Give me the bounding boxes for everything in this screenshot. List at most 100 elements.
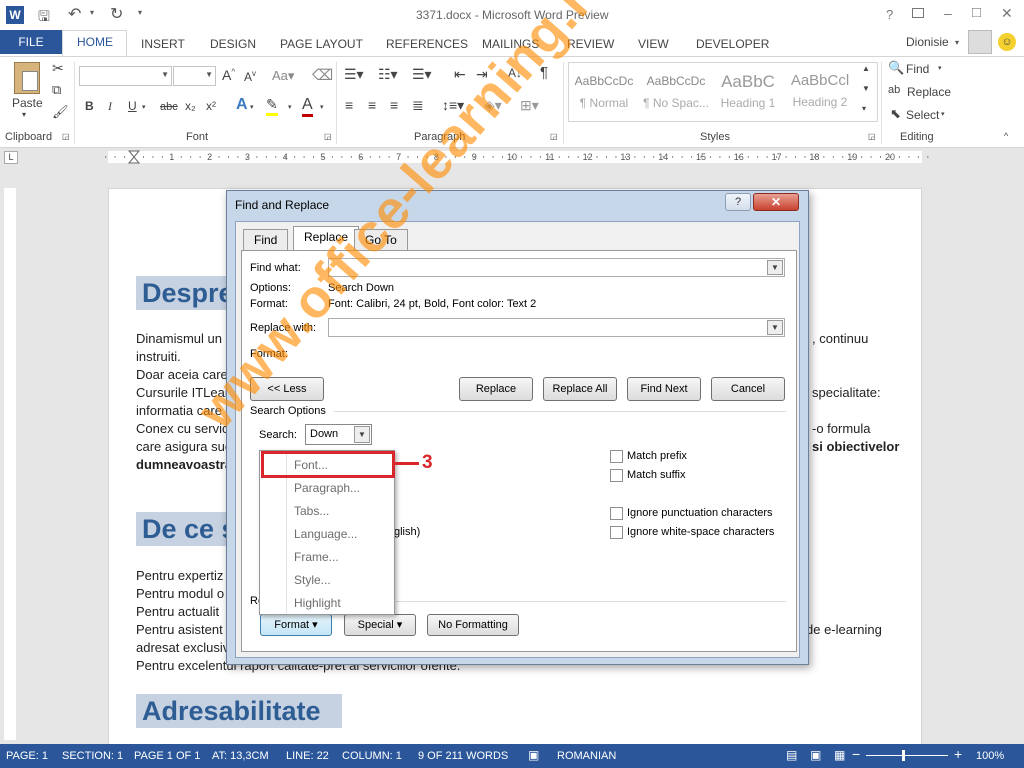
zoom-slider-thumb[interactable] — [902, 750, 905, 761]
doc-line[interactable]: adresat exclusiv — [136, 640, 229, 655]
doc-line-right[interactable]: specialitate: — [812, 385, 881, 400]
menu-item-style[interactable]: Style... — [294, 573, 331, 587]
styles-more-icon[interactable]: ▾ — [862, 104, 866, 113]
match-prefix-label[interactable]: Match prefix — [627, 450, 687, 462]
select-button[interactable]: Select — [906, 108, 939, 122]
close-button[interactable]: ✕ — [1001, 5, 1013, 22]
replace-button[interactable]: Replace — [907, 85, 951, 99]
ignore-punctuation-checkbox[interactable] — [610, 507, 623, 520]
text-effects-dropdown-icon[interactable]: ▾ — [250, 103, 254, 111]
doc-line[interactable]: Dinamismul un — [136, 331, 222, 346]
style-no-spacing[interactable]: AaBbCcDc ¶ No Spac... — [642, 66, 710, 118]
status-section[interactable]: SECTION: 1 — [62, 750, 123, 762]
undo-icon[interactable]: ↶ — [68, 4, 81, 24]
read-mode-icon[interactable]: ▤ — [786, 748, 797, 762]
heading-despre[interactable]: Despre — [136, 276, 240, 310]
redo-icon[interactable]: ↻ — [110, 4, 123, 24]
menu-item-highlight[interactable]: Highlight — [294, 596, 341, 610]
no-formatting-button[interactable]: No Formatting — [427, 614, 519, 636]
ignore-whitespace-checkbox[interactable] — [610, 526, 623, 539]
zoom-in-icon[interactable]: + — [954, 746, 962, 762]
menu-item-tabs[interactable]: Tabs... — [294, 504, 329, 518]
highlight-dropdown-icon[interactable]: ▾ — [288, 103, 292, 111]
menu-item-paragraph[interactable]: Paragraph... — [294, 481, 360, 495]
undo-dropdown-icon[interactable]: ▾ — [90, 8, 94, 17]
web-layout-icon[interactable]: ▦ — [834, 748, 845, 762]
numbering-icon[interactable]: ☷▾ — [378, 66, 398, 83]
doc-line-right[interactable]: si obiectivelor — [812, 439, 899, 454]
ignore-punctuation-label[interactable]: Ignore punctuation characters — [627, 507, 773, 519]
tab-file[interactable]: FILE — [0, 30, 62, 54]
status-word-count[interactable]: 9 OF 211 WORDS — [418, 750, 508, 762]
font-size-combo[interactable]: ▼ — [173, 66, 216, 86]
tab-page-layout[interactable]: PAGE LAYOUT — [280, 34, 363, 56]
status-language[interactable]: ROMANIAN — [557, 750, 616, 762]
format-painter-icon[interactable]: 🖌 — [52, 104, 69, 120]
doc-line[interactable]: Pentru expertiz — [136, 568, 223, 583]
status-at[interactable]: AT: 13,3CM — [212, 750, 269, 762]
doc-line[interactable]: Pentru actualit — [136, 604, 219, 619]
match-prefix-checkbox[interactable] — [610, 450, 623, 463]
select-icon[interactable]: ⬉ — [890, 106, 901, 122]
highlight-color-icon[interactable]: ✎ — [266, 96, 278, 116]
style-normal[interactable]: AaBbCcDc ¶ Normal — [570, 66, 638, 118]
status-column[interactable]: COLUMN: 1 — [342, 750, 402, 762]
special-menu-button[interactable]: Special ▾ — [344, 614, 416, 636]
superscript-button[interactable]: x² — [206, 99, 216, 113]
tab-selector-icon[interactable]: L — [4, 151, 18, 164]
tab-home-label[interactable]: HOME — [77, 35, 113, 49]
find-what-input[interactable] — [328, 258, 785, 277]
find-next-button[interactable]: Find Next — [627, 377, 701, 401]
find-dropdown-icon[interactable]: ▾ — [938, 64, 942, 72]
doc-line[interactable]: instruiti. — [136, 349, 181, 364]
align-center-icon[interactable]: ≡ — [368, 97, 376, 113]
clipboard-launcher-icon[interactable]: ◲ — [62, 132, 70, 141]
search-direction-dropdown-icon[interactable]: ▼ — [354, 426, 370, 443]
tab-find[interactable]: Find — [243, 229, 289, 251]
user-dropdown-icon[interactable]: ▾ — [955, 38, 959, 47]
help-button[interactable]: ? — [886, 7, 893, 22]
menu-item-frame[interactable]: Frame... — [294, 550, 339, 564]
menu-item-language[interactable]: Language... — [294, 527, 357, 541]
paste-icon[interactable] — [14, 62, 40, 94]
minimize-button[interactable]: – — [944, 5, 952, 21]
doc-line-right[interactable]: de e-learning — [806, 622, 882, 637]
font-launcher-icon[interactable]: ◲ — [324, 132, 332, 141]
style-heading-2[interactable]: AaBbCcl Heading 2 — [786, 66, 854, 118]
doc-line-right[interactable]: -o formula — [812, 421, 871, 436]
doc-line[interactable]: Pentru modul o — [136, 586, 224, 601]
heading-adresabilitate[interactable]: Adresabilitate — [136, 694, 342, 728]
align-right-icon[interactable]: ≡ — [390, 97, 398, 113]
smiley-icon[interactable]: ☺ — [998, 33, 1016, 51]
replace-icon[interactable]: ab — [888, 84, 900, 96]
find-icon[interactable]: 🔍 — [888, 60, 904, 76]
multilevel-list-icon[interactable]: ☰▾ — [412, 66, 432, 83]
tab-references[interactable]: REFERENCES — [386, 34, 468, 56]
doc-line-right[interactable]: , continuu — [812, 331, 868, 346]
style-heading-1[interactable]: AaBbC Heading 1 — [714, 66, 782, 118]
paragraph-launcher-icon[interactable]: ◲ — [550, 132, 558, 141]
ignore-whitespace-label[interactable]: Ignore white-space characters — [627, 526, 774, 538]
select-dropdown-icon[interactable]: ▾ — [941, 110, 945, 118]
change-case-icon[interactable]: Aa▾ — [272, 68, 294, 84]
tab-insert[interactable]: INSERT — [141, 34, 185, 56]
indent-marker[interactable] — [127, 150, 141, 164]
tab-developer[interactable]: DEVELOPER — [696, 34, 769, 56]
vertical-ruler[interactable] — [0, 166, 20, 742]
clear-format-icon[interactable]: ⌫ — [312, 66, 333, 84]
replace-dialog-button[interactable]: Replace — [459, 377, 533, 401]
status-page[interactable]: PAGE: 1 — [6, 750, 48, 762]
ribbon-display-icon[interactable] — [912, 8, 924, 18]
zoom-level[interactable]: 100% — [976, 750, 1004, 762]
find-what-dropdown-icon[interactable]: ▼ — [767, 260, 783, 275]
match-suffix-label[interactable]: Match suffix — [627, 469, 686, 481]
styles-scroll-up-icon[interactable]: ▲ — [862, 64, 870, 73]
proofing-icon[interactable]: ▣ — [528, 748, 539, 762]
find-button[interactable]: Find — [906, 62, 929, 76]
maximize-button[interactable]: □ — [972, 4, 981, 21]
align-left-icon[interactable]: ≡ — [345, 97, 353, 113]
paste-button[interactable]: Paste — [12, 96, 43, 110]
format-menu-button[interactable]: Format ▾ — [260, 614, 332, 636]
replace-with-dropdown-icon[interactable]: ▼ — [767, 320, 783, 335]
tab-design[interactable]: DESIGN — [210, 34, 256, 56]
